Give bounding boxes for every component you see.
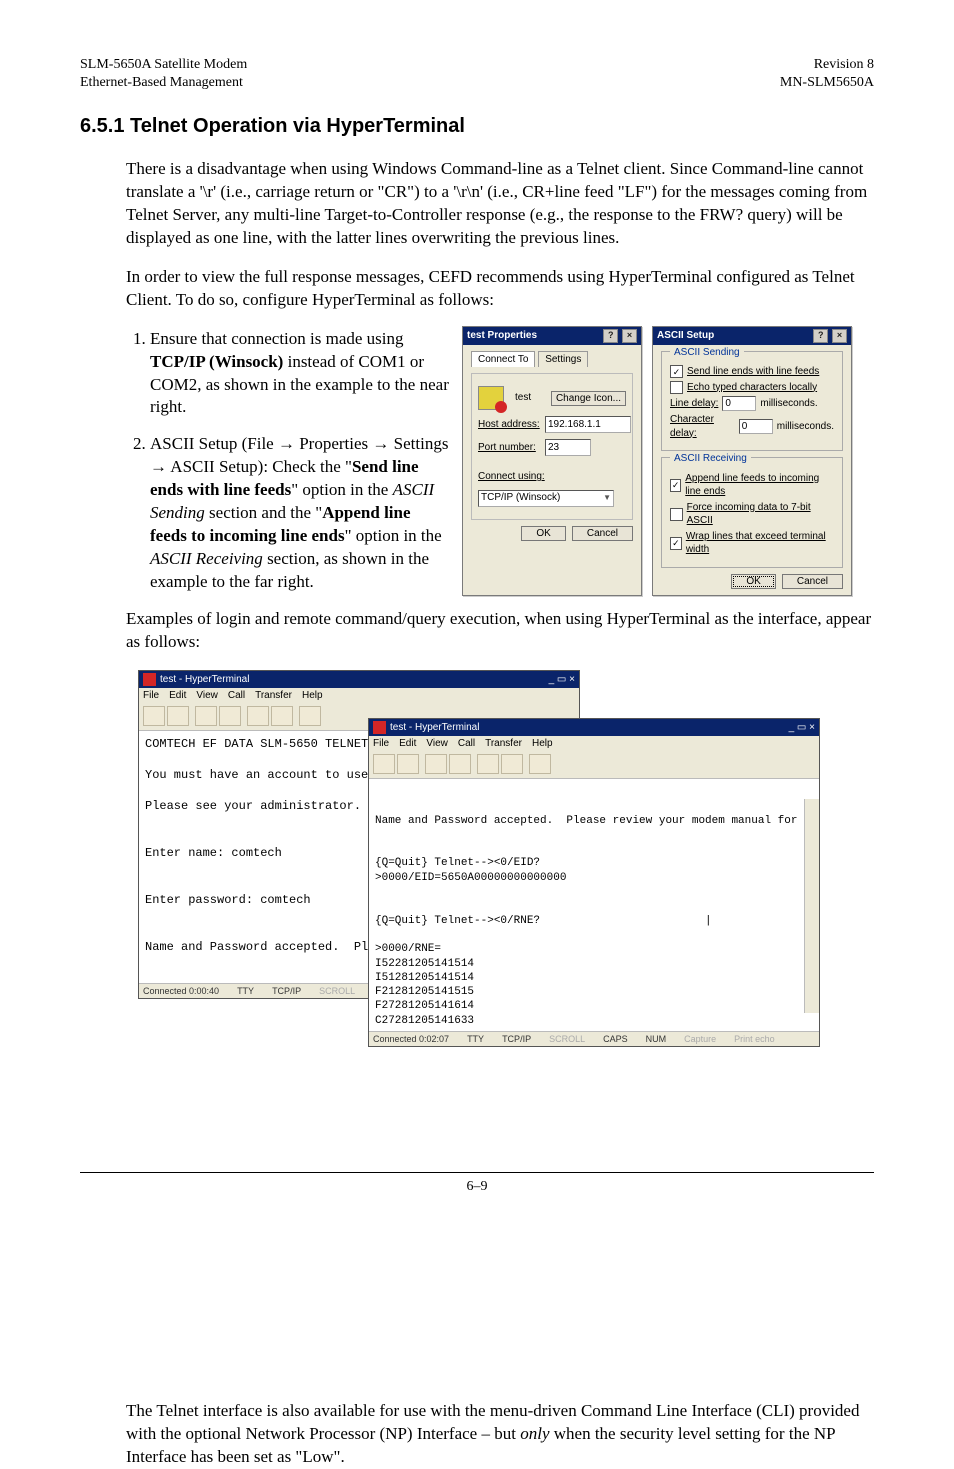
close-icon[interactable]: × (569, 674, 575, 685)
close-icon[interactable]: × (809, 722, 815, 733)
checkbox[interactable]: ✓ (670, 479, 681, 492)
minimize-icon[interactable]: _ (789, 722, 795, 733)
hyperterminal-screenshots: test - HyperTerminal _ ▭ × FileEditViewC… (138, 670, 818, 1030)
minimize-icon[interactable]: _ (549, 674, 555, 685)
chk-send-line-ends: Send line ends with line feeds (687, 365, 819, 379)
host-address-label: Host address: (478, 418, 540, 432)
port-number-input[interactable] (545, 439, 591, 456)
chk-append-line-feeds: Append line feeds to incoming line ends (685, 472, 834, 499)
toolbar[interactable] (369, 752, 819, 779)
checkbox[interactable] (670, 381, 683, 394)
port-number-label: Port number: (478, 441, 540, 455)
list-item: Ensure that connection is made using TCP… (150, 328, 450, 420)
chk-echo-typed: Echo typed characters locally (687, 381, 817, 395)
scrollbar[interactable] (804, 799, 819, 1013)
toolbar-button[interactable] (299, 706, 321, 726)
close-icon[interactable]: × (622, 329, 637, 343)
toolbar-button[interactable] (501, 754, 523, 774)
hyperterminal-window-2: test - HyperTerminal _ ▭ × FileEditViewC… (368, 718, 820, 1047)
maximize-icon[interactable]: ▭ (797, 722, 806, 733)
app-icon (143, 673, 156, 686)
toolbar-button[interactable] (219, 706, 241, 726)
toolbar-button[interactable] (247, 706, 269, 726)
connect-using-select[interactable]: TCP/IP (Winsock) ▼ (478, 490, 614, 507)
header-docnum: MN-SLM5650A (780, 74, 874, 92)
toolbar-button[interactable] (449, 754, 471, 774)
cancel-button[interactable]: Cancel (572, 526, 633, 541)
chk-wrap-lines: Wrap lines that exceed terminal width (686, 530, 834, 557)
ok-button[interactable]: OK (731, 574, 775, 589)
header-subtitle: Ethernet-Based Management (80, 74, 247, 92)
help-icon[interactable]: ? (603, 329, 618, 343)
group-label: ASCII Sending (670, 346, 744, 360)
paragraph: The Telnet interface is also available f… (126, 1400, 874, 1469)
page-header: SLM-5650A Satellite Modem Ethernet-Based… (80, 56, 874, 91)
dialog-title: test Properties (467, 329, 537, 343)
page-number: 6–9 (467, 1179, 488, 1194)
toolbar-button[interactable] (271, 706, 293, 726)
connection-icon (478, 386, 504, 410)
section-heading: 6.5.1 Telnet Operation via HyperTerminal (80, 115, 874, 138)
ok-button[interactable]: OK (521, 526, 565, 541)
toolbar-button[interactable] (143, 706, 165, 726)
cancel-button[interactable]: Cancel (782, 574, 843, 589)
app-icon (373, 721, 386, 734)
dialog-title: ASCII Setup (657, 329, 714, 343)
toolbar-button[interactable] (167, 706, 189, 726)
units-label: milliseconds. (777, 420, 834, 434)
window-title: test - HyperTerminal (390, 722, 479, 733)
help-icon[interactable]: ? (813, 329, 828, 343)
menubar[interactable]: FileEditViewCallTransferHelp (139, 688, 579, 704)
toolbar-button[interactable] (195, 706, 217, 726)
checkbox[interactable] (670, 508, 683, 521)
connect-using-label: Connect using: (478, 470, 545, 484)
header-product: SLM-5650A Satellite Modem (80, 56, 247, 74)
char-delay-input[interactable] (739, 419, 773, 434)
list-item: ASCII Setup (File → Properties → Setting… (150, 433, 450, 594)
checkbox[interactable]: ✓ (670, 365, 683, 378)
test-properties-dialog: test Properties ? × Connect To Settings (462, 326, 642, 596)
window-title: test - HyperTerminal (160, 674, 249, 685)
change-icon-button[interactable]: Change Icon... (551, 391, 626, 406)
terminal-output[interactable]: Name and Password accepted. Please revie… (369, 779, 819, 1031)
host-address-input[interactable] (545, 416, 631, 433)
toolbar-button[interactable] (373, 754, 395, 774)
paragraph: Examples of login and remote command/que… (126, 608, 874, 654)
maximize-icon[interactable]: ▭ (557, 674, 566, 685)
line-delay-label: Line delay: (670, 397, 718, 411)
paragraph: There is a disadvantage when using Windo… (126, 158, 874, 250)
footer-rule (80, 1172, 874, 1173)
line-delay-input[interactable] (722, 396, 756, 411)
char-delay-label: Character delay: (670, 413, 735, 440)
toolbar-button[interactable] (425, 754, 447, 774)
toolbar-button[interactable] (477, 754, 499, 774)
ascii-setup-dialog: ASCII Setup ? × ASCII Sending ✓ Send line… (652, 326, 852, 596)
connection-name: test (515, 391, 531, 405)
close-icon[interactable]: × (832, 329, 847, 343)
statusbar: Connected 0:02:07 TTY TCP/IP SCROLL CAPS… (369, 1031, 819, 1046)
tab-settings[interactable]: Settings (538, 351, 588, 368)
toolbar-button[interactable] (397, 754, 419, 774)
chk-force-7bit: Force incoming data to 7-bit ASCII (687, 501, 834, 528)
checkbox[interactable]: ✓ (670, 537, 682, 550)
chevron-down-icon: ▼ (603, 493, 611, 504)
paragraph: In order to view the full response messa… (126, 266, 874, 312)
toolbar-button[interactable] (529, 754, 551, 774)
header-revision: Revision 8 (780, 56, 874, 74)
tab-connect-to[interactable]: Connect To (471, 351, 535, 368)
group-label: ASCII Receiving (670, 452, 751, 466)
menubar[interactable]: FileEditViewCallTransferHelp (369, 736, 819, 752)
units-label: milliseconds. (760, 397, 817, 411)
